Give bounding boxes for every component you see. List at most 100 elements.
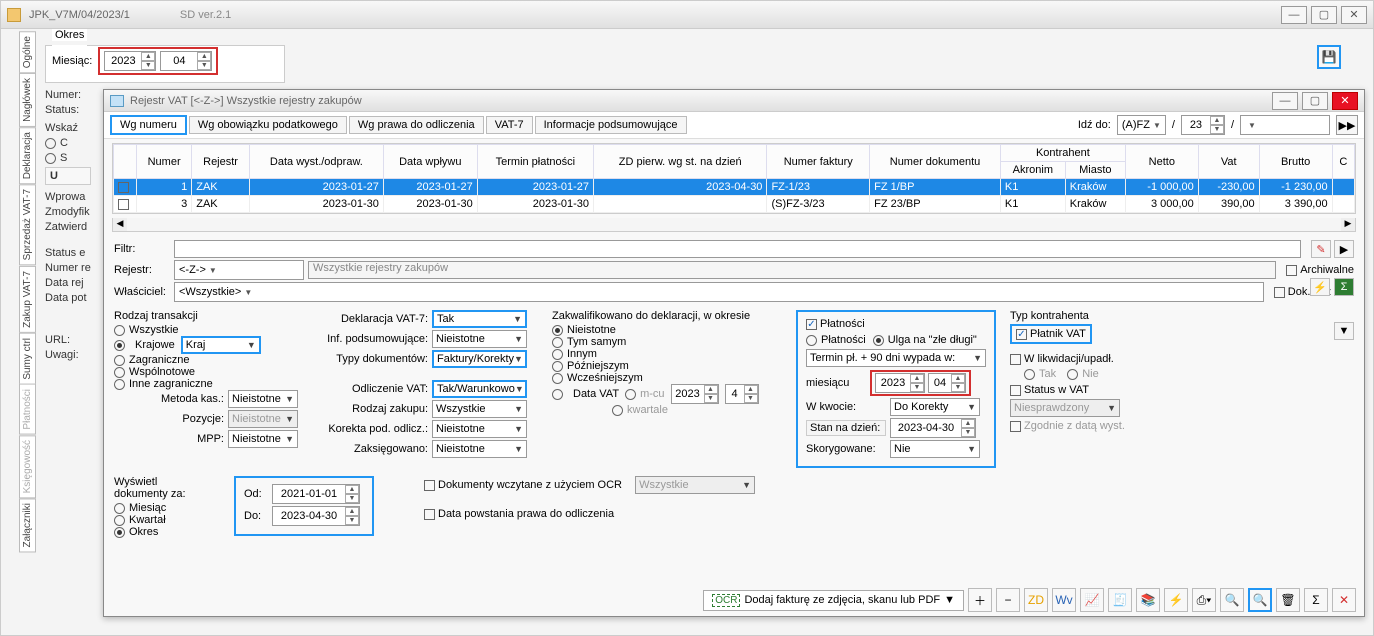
radio-wspolnotowe[interactable] xyxy=(114,367,125,378)
grid-hscroll[interactable]: ◀▶ xyxy=(112,218,1356,232)
goto-go-button[interactable]: ▶▶ xyxy=(1336,115,1358,135)
add-icon[interactable]: ＋ xyxy=(968,588,992,612)
chk-platnosci[interactable] xyxy=(806,319,817,330)
sum-icon[interactable]: Σ xyxy=(1334,278,1354,296)
dokbezvat-check[interactable] xyxy=(1274,287,1285,298)
radio-poz[interactable] xyxy=(552,361,563,372)
side-tab-naglowek[interactable]: Nagłówek xyxy=(19,73,36,127)
tab-wg-prawa[interactable]: Wg prawa do odliczenia xyxy=(349,116,484,134)
goto-extra-select[interactable]: ▼ xyxy=(1240,115,1330,135)
stan-date[interactable]: ▲▼ xyxy=(890,418,976,438)
inner-minimize[interactable]: — xyxy=(1272,92,1298,110)
plat-month-spinner[interactable]: ▲▼ xyxy=(928,373,966,393)
close-action-icon[interactable]: ✕ xyxy=(1332,588,1356,612)
printer-icon[interactable]: ⎙▾ xyxy=(1192,588,1216,612)
btn-u[interactable]: U xyxy=(45,167,91,185)
side-tab-deklaracja[interactable]: Deklaracja xyxy=(19,127,36,184)
minimize-button[interactable]: — xyxy=(1281,6,1307,24)
radio-okres[interactable] xyxy=(114,527,125,538)
table-row[interactable]: 1 ZAK 2023-01-27 2023-01-27 2023-01-27 2… xyxy=(114,179,1355,196)
mpp-select[interactable]: Nieistotne▼ xyxy=(228,430,298,448)
radio-miesiac[interactable] xyxy=(114,503,125,514)
zd-icon[interactable]: ZD xyxy=(1024,588,1048,612)
books-icon[interactable]: 📚 xyxy=(1136,588,1160,612)
sumcol-icon[interactable]: Σ xyxy=(1304,588,1328,612)
magnifier-icon[interactable]: 🔍 xyxy=(1220,588,1244,612)
funnel-down-icon[interactable]: ▼ xyxy=(1334,322,1354,340)
chk-likw[interactable] xyxy=(1010,354,1021,365)
chart-icon[interactable]: 📈 xyxy=(1080,588,1104,612)
inner-maximize[interactable]: ▢ xyxy=(1302,92,1328,110)
kor-select[interactable]: Nieistotne▼ xyxy=(432,420,527,438)
kraj-select[interactable]: Kraj▼ xyxy=(181,336,261,354)
radio-kwartal[interactable] xyxy=(114,515,125,526)
filter-apply-icon[interactable]: ▶ xyxy=(1334,240,1354,258)
wlasciciel-select[interactable]: <Wszystkie>▼ xyxy=(174,282,1264,302)
chk-statusvat[interactable] xyxy=(1010,385,1021,396)
tab-informacje[interactable]: Informacje podsumowujące xyxy=(535,116,687,134)
filter-clear-icon[interactable]: ✎ xyxy=(1311,240,1331,258)
export-icon[interactable]: 🧾 xyxy=(1108,588,1132,612)
radio-platnosci[interactable] xyxy=(806,335,817,346)
side-tab-ksiegowosc[interactable]: Księgowość xyxy=(19,435,36,498)
side-tab-zakup[interactable]: Zakup VAT-7 xyxy=(19,266,36,333)
inf-select[interactable]: Nieistotne▼ xyxy=(432,330,527,348)
filter-input[interactable] xyxy=(174,240,1301,258)
tab-wg-obowiazku[interactable]: Wg obowiązku podatkowego xyxy=(189,116,347,134)
inner-close[interactable]: ✕ xyxy=(1332,92,1358,110)
radio-datavat[interactable] xyxy=(552,389,563,400)
thunder-icon[interactable]: ⚡ xyxy=(1164,588,1188,612)
close-button[interactable]: ✕ xyxy=(1341,6,1367,24)
ocr-add-button[interactable]: OCRDodaj fakturę ze zdjęcia, skanu lub P… xyxy=(703,590,964,611)
rodzajz-select[interactable]: Wszystkie▼ xyxy=(432,400,527,418)
miesiac-label: Miesiąc: xyxy=(52,55,92,67)
odl-select[interactable]: Tak/Warunkowo▼ xyxy=(432,380,527,398)
table-row[interactable]: 3 ZAK 2023-01-30 2023-01-30 2023-01-30 (… xyxy=(114,196,1355,213)
chk-ocr[interactable] xyxy=(424,480,435,491)
side-tab-sprzedaz[interactable]: Sprzedaż VAT-7 xyxy=(19,184,36,265)
archiwalne-check[interactable] xyxy=(1286,265,1297,276)
wv-icon[interactable]: Wv xyxy=(1052,588,1076,612)
rejestr-select[interactable]: <-Z->▼ xyxy=(174,260,304,280)
side-tab-sumy[interactable]: Sumy ctrl xyxy=(19,333,36,385)
radio-wcz[interactable] xyxy=(552,373,563,384)
side-tab-ogolne[interactable]: Ogólne xyxy=(19,31,36,73)
termin-select[interactable]: Termin pł. + 90 dni wypada w:▼ xyxy=(806,349,986,367)
radio-innym[interactable] xyxy=(552,349,563,360)
radio-krajowe[interactable] xyxy=(114,340,125,351)
maximize-button[interactable]: ▢ xyxy=(1311,6,1337,24)
okres-month-spinner[interactable]: ▲▼ xyxy=(160,51,212,71)
radio-wszystkie[interactable] xyxy=(114,325,125,336)
side-tab-zalaczniki[interactable]: Załączniki xyxy=(19,498,36,552)
wkw-select[interactable]: Do Korekty▼ xyxy=(890,398,980,416)
pozycje-select: Nieistotne▼ xyxy=(228,410,298,428)
radio-zagraniczne[interactable] xyxy=(114,355,125,366)
typy-select[interactable]: Faktury/Korekty▼ xyxy=(432,350,527,368)
side-tab-platnosci[interactable]: Płatności xyxy=(19,384,36,435)
magnifier-doc-icon[interactable]: 🔍 xyxy=(1248,588,1272,612)
subtract-icon[interactable]: − xyxy=(996,588,1020,612)
goto-registry-select[interactable]: (A)FZ▼ xyxy=(1117,115,1166,135)
plat-year-spinner[interactable]: ▲▼ xyxy=(875,373,925,393)
radio-nieistotne[interactable] xyxy=(552,325,563,336)
tab-wg-numeru[interactable]: Wg numeru xyxy=(110,115,187,135)
radio-tym[interactable] xyxy=(552,337,563,348)
stan-btn[interactable]: Stan na dzień: xyxy=(806,420,886,436)
chk-platnikvat[interactable] xyxy=(1016,329,1027,340)
radio-inne[interactable] xyxy=(114,379,125,390)
okres-legend: Okres xyxy=(52,29,87,41)
radio-ulga[interactable] xyxy=(873,335,884,346)
flash-icon[interactable]: ⚡ xyxy=(1310,278,1330,296)
goto-num-spinner[interactable]: ▲▼ xyxy=(1181,115,1225,135)
date-do[interactable]: ▲▼ xyxy=(272,506,360,526)
metoda-select[interactable]: Nieistotne▼ xyxy=(228,390,298,408)
tab-vat7[interactable]: VAT-7 xyxy=(486,116,533,134)
date-od[interactable]: ▲▼ xyxy=(272,484,360,504)
dekl-vat7-select[interactable]: Tak▼ xyxy=(432,310,527,328)
trash-icon[interactable]: 🗑 xyxy=(1276,588,1300,612)
chk-dataprawa[interactable] xyxy=(424,509,435,520)
zak-select[interactable]: Nieistotne▼ xyxy=(432,440,527,458)
skor-select[interactable]: Nie▼ xyxy=(890,440,980,458)
outer-save-icon[interactable]: 💾 xyxy=(1317,45,1341,69)
okres-year-spinner[interactable]: ▲▼ xyxy=(104,51,156,71)
